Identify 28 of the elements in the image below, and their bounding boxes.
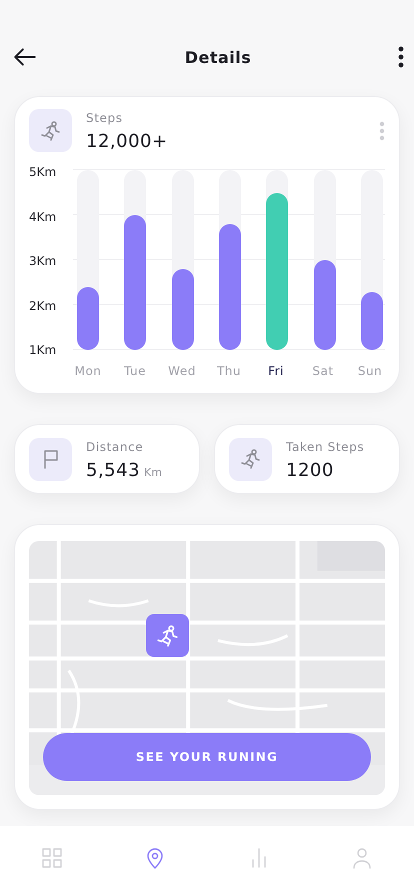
axis-label: 2Km [29,300,58,312]
day-label: Thu [216,364,242,378]
day-label: Tue [123,364,147,378]
day-label: Sat [311,364,335,378]
see-running-button[interactable]: SEE YOUR RUNING [43,733,371,781]
more-button[interactable] [396,44,406,70]
axis-label: 4Km [29,210,58,222]
runner-icon [154,622,180,648]
steps-value: 12,000+ [86,131,168,152]
runner-icon [238,447,262,471]
day-label: Fri [267,364,285,378]
grid-icon [40,846,64,870]
runner-icon [38,118,62,142]
axis-label: 5Km [29,166,58,178]
axis-label: 3Km [29,255,58,267]
day-label: Mon [74,364,102,378]
more-icon[interactable] [379,121,385,141]
stat-value: 1200 [286,460,334,480]
stat-unit: Km [144,466,162,478]
day-label: Sun [356,364,384,378]
stat-value: 5,543 [86,460,140,480]
day-label: Wed [167,364,197,378]
stat-label: Distance [86,440,144,454]
stat-label: Taken Steps [286,440,364,454]
more-icon [398,46,404,68]
axis-label: 1Km [29,344,58,356]
page-title: Details [184,48,252,66]
steps-label: Steps [86,111,124,125]
